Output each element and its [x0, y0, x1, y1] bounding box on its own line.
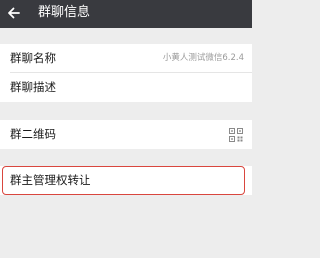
- title-bar: 群聊信息: [0, 0, 252, 28]
- group-qr-code-row[interactable]: 群二维码: [0, 120, 252, 149]
- group-qr-section: 群二维码: [0, 120, 252, 149]
- page-title: 群聊信息: [38, 5, 91, 20]
- group-owner-section: 群主管理权转让: [0, 166, 252, 195]
- group-info-section: 群聊名称 小黄人测试微信6.2.4 群聊描述: [0, 44, 252, 102]
- qr-code-icon: [229, 128, 243, 142]
- group-qr-code-label: 群二维码: [10, 127, 56, 141]
- back-button[interactable]: [4, 2, 24, 24]
- arrow-left-icon: [8, 7, 20, 19]
- group-name-value: 小黄人测试微信6.2.4: [162, 53, 244, 63]
- transfer-owner-label: 群主管理权转让: [10, 173, 91, 187]
- group-description-label: 群聊描述: [10, 80, 56, 94]
- group-name-label: 群聊名称: [10, 51, 56, 65]
- group-description-row[interactable]: 群聊描述: [0, 73, 252, 102]
- group-name-row[interactable]: 群聊名称 小黄人测试微信6.2.4: [0, 44, 252, 73]
- transfer-owner-row[interactable]: 群主管理权转让: [0, 166, 252, 195]
